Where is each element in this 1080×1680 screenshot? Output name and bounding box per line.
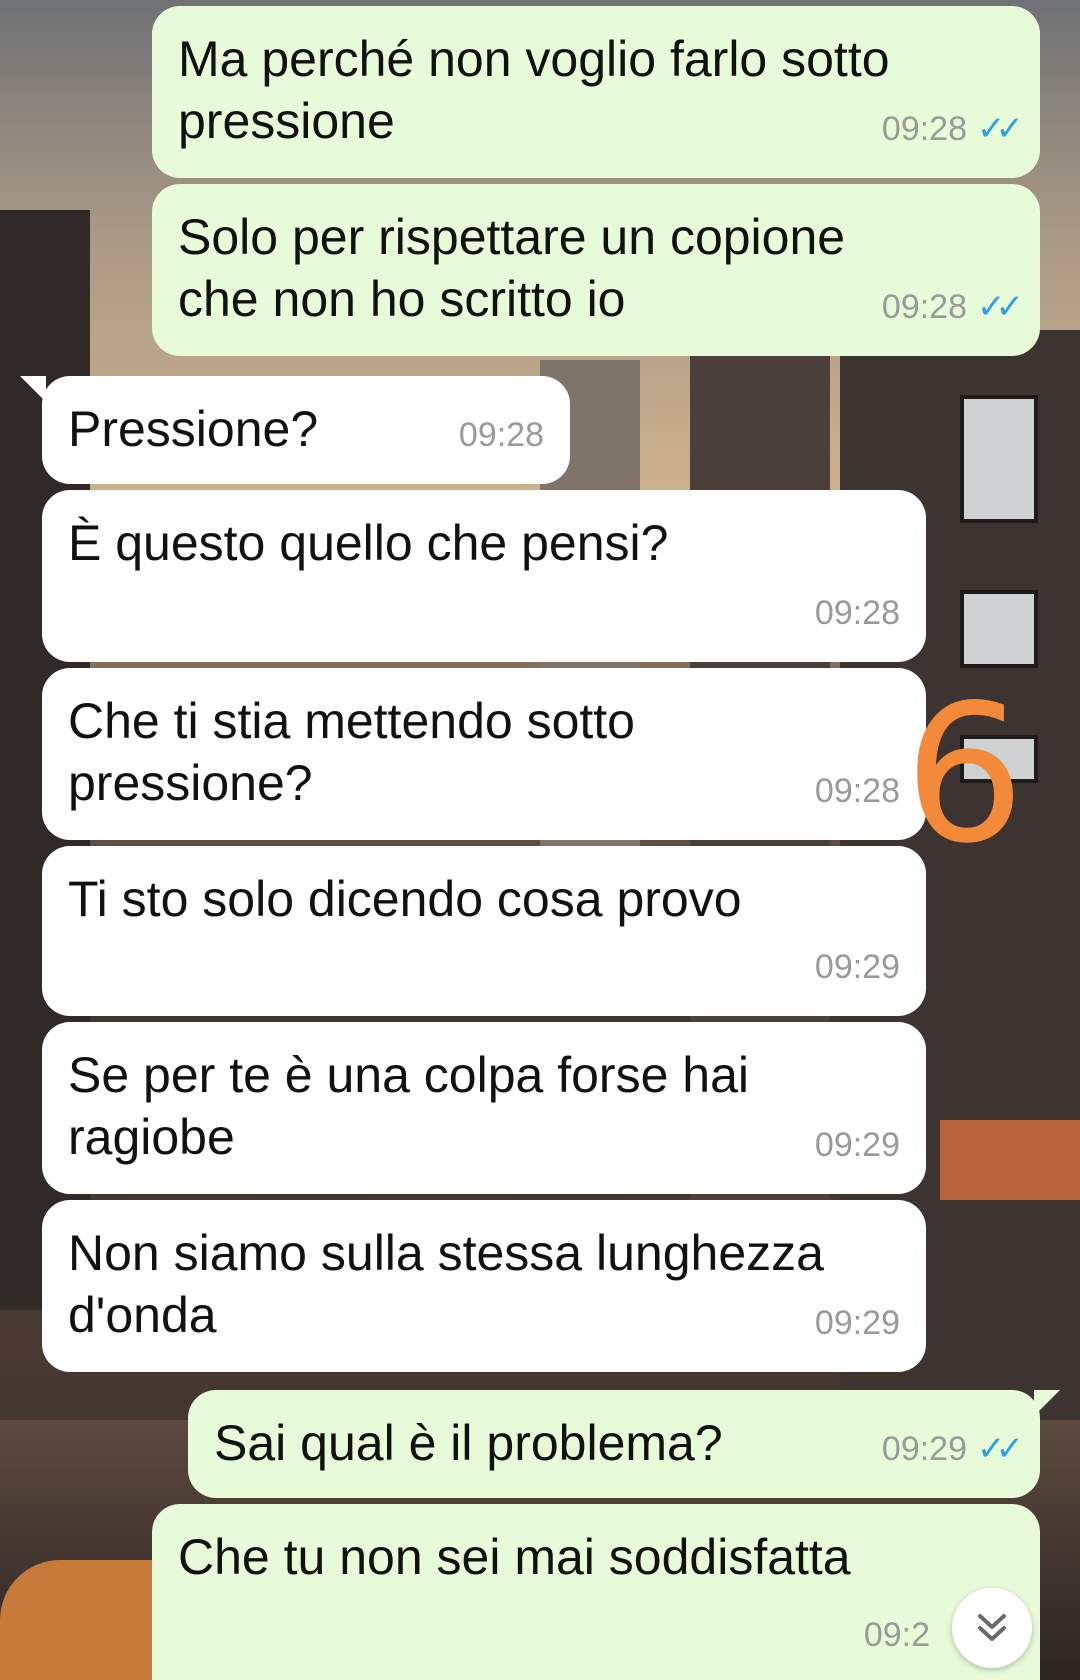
message-time: 09:28: [881, 288, 968, 326]
message-meta: 09:29: [815, 1114, 900, 1176]
read-receipt-icon: ✓✓: [977, 110, 1024, 148]
read-receipt-icon: ✓✓: [977, 288, 1024, 326]
message-time: 09:28: [458, 416, 544, 454]
handwritten-annotation: 6: [904, 664, 1025, 885]
message-meta: 09:28 ✓✓: [881, 98, 1024, 160]
scroll-to-bottom-button[interactable]: [952, 1588, 1032, 1668]
double-chevron-down-icon: [978, 1614, 1006, 1641]
message-bubble-incoming[interactable]: Ti sto solo dicendo cosa provo 09:29: [42, 846, 926, 1016]
message-time: 09:29: [814, 948, 900, 986]
message-time: 09:29: [881, 1430, 968, 1468]
message-bubble-outgoing[interactable]: Che tu non sei mai soddisfatta 09:2: [152, 1504, 1040, 1680]
message-meta: 09:28: [459, 404, 544, 466]
message-bubble-incoming[interactable]: Pressione? 09:28: [42, 376, 570, 484]
message-bubble-outgoing[interactable]: Solo per rispettare un copione che non h…: [152, 184, 1040, 356]
message-text: Ti sto solo dicendo cosa provo: [68, 871, 742, 927]
message-time: 09:28: [814, 772, 900, 810]
message-bubble-outgoing[interactable]: Sai qual è il problema? 09:29 ✓✓: [188, 1390, 1040, 1498]
message-meta: 09:29: [815, 936, 900, 998]
read-receipt-icon: ✓✓: [977, 1430, 1024, 1468]
message-text: Se per te è una colpa forse hai ragiobe: [68, 1047, 750, 1165]
message-meta: 09:2: [864, 1604, 930, 1666]
message-bubble-incoming[interactable]: Che ti stia mettendo sotto pressione? 09…: [42, 668, 926, 840]
message-meta: 09:28 ✓✓: [881, 276, 1024, 338]
message-list[interactable]: Ma perché non voglio farlo sotto pressio…: [0, 0, 1080, 1680]
message-time: 09:2: [863, 1616, 930, 1654]
message-meta: 09:28: [815, 760, 900, 822]
message-text: Non siamo sulla stessa lunghezza d'onda: [68, 1225, 824, 1343]
message-time: 09:29: [814, 1304, 900, 1342]
message-time: 09:29: [814, 1126, 900, 1164]
message-time: 09:28: [814, 594, 900, 632]
message-bubble-incoming[interactable]: Se per te è una colpa forse hai ragiobe …: [42, 1022, 926, 1194]
message-meta: 09:29: [815, 1292, 900, 1354]
message-text: Che tu non sei mai soddisfatta: [178, 1529, 851, 1585]
message-meta: 09:28: [815, 582, 900, 644]
message-meta: 09:29 ✓✓: [881, 1418, 1024, 1480]
message-text: Che ti stia mettendo sotto pressione?: [68, 693, 635, 811]
message-text: È questo quello che pensi?: [68, 515, 669, 571]
message-time: 09:28: [881, 110, 968, 148]
message-bubble-incoming[interactable]: È questo quello che pensi? 09:28: [42, 490, 926, 662]
message-bubble-incoming[interactable]: Non siamo sulla stessa lunghezza d'onda …: [42, 1200, 926, 1372]
message-bubble-outgoing[interactable]: Ma perché non voglio farlo sotto pressio…: [152, 6, 1040, 178]
